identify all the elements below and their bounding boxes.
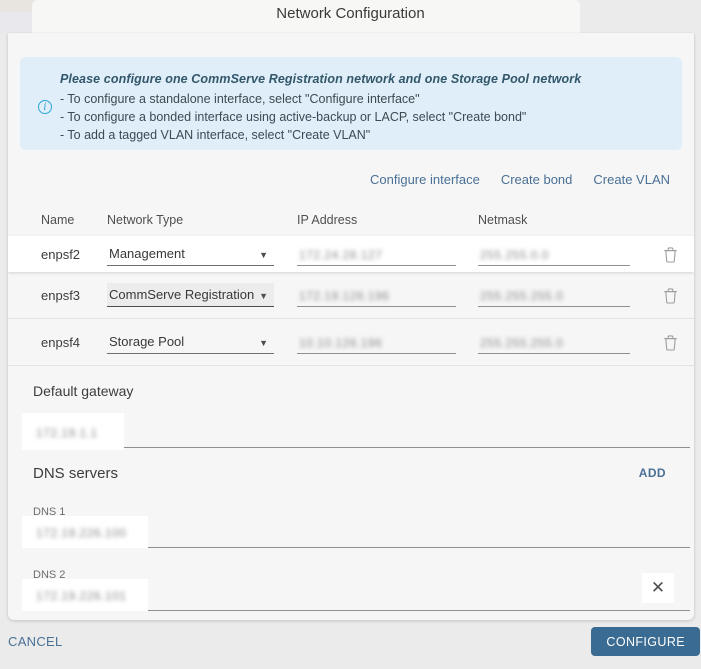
default-gateway-label: Default gateway: [33, 383, 134, 399]
close-icon: ✕: [650, 578, 666, 597]
delete-interface-button[interactable]: [660, 332, 680, 352]
interface-name: enpsf2: [41, 246, 81, 262]
info-intro-text: Please configure one CommServe Registrat…: [60, 72, 582, 86]
network-type-value: CommServe Registration: [109, 287, 255, 302]
ip-address-input[interactable]: 172.19.126.196: [297, 283, 456, 307]
ip-address-value: 10.10.126.196: [299, 336, 383, 350]
netmask-value: 255.255.255.0: [480, 336, 564, 350]
chevron-down-icon: ▼: [259, 250, 268, 260]
column-header-netmask: Netmask: [478, 213, 528, 227]
info-icon: i: [38, 100, 52, 114]
default-gateway-value: 172.19.1.1: [36, 426, 98, 440]
redaction-overlay: 172.19.1.1: [22, 413, 124, 450]
page-title: Network Configuration: [276, 5, 425, 22]
network-type-value: Storage Pool: [109, 334, 185, 349]
dns1-input[interactable]: 172.19.226.100: [22, 516, 690, 548]
column-header-network-type: Network Type: [107, 213, 184, 227]
netmask-value: 255.255.255.0: [480, 289, 564, 303]
dialog-footer: CANCEL CONFIGURE: [0, 620, 701, 669]
interface-name: enpsf4: [41, 334, 81, 350]
info-line: - To configure a bonded interface using …: [60, 110, 527, 124]
remove-dns-button[interactable]: ✕: [642, 573, 674, 603]
interfaces-table: Name Network Type IP Address Netmask enp…: [8, 208, 694, 366]
trash-icon: [663, 287, 677, 304]
dns2-input[interactable]: 172.19.226.101 ✕: [22, 573, 690, 611]
ip-address-value: 172.19.126.196: [299, 289, 390, 303]
table-header-row: Name Network Type IP Address Netmask: [8, 208, 694, 232]
ip-address-value: 172.24.28.127: [299, 248, 383, 262]
dialog-body: i Please configure one CommServe Registr…: [8, 33, 694, 620]
redaction-overlay: 172.19.226.101: [22, 579, 149, 611]
netmask-input[interactable]: 255.255.255.0: [478, 283, 630, 307]
info-line: - To add a tagged VLAN interface, select…: [60, 128, 371, 142]
redaction-overlay: 172.19.226.100: [22, 516, 149, 548]
delete-interface-button[interactable]: [660, 285, 680, 305]
network-type-select[interactable]: Storage Pool ▼: [107, 330, 274, 354]
netmask-input[interactable]: 255.255.0.0: [478, 242, 630, 266]
column-header-name: Name: [41, 213, 75, 227]
dns2-value: 172.19.226.101: [36, 589, 127, 603]
info-banner: i Please configure one CommServe Registr…: [20, 57, 682, 150]
chevron-down-icon: ▼: [259, 291, 268, 301]
chevron-down-icon: ▼: [259, 338, 268, 348]
info-line: - To configure a standalone interface, s…: [60, 92, 420, 106]
network-configuration-dialog: Network Configuration i Please configure…: [0, 0, 701, 669]
add-dns-button[interactable]: ADD: [639, 466, 666, 480]
create-vlan-link[interactable]: Create VLAN: [593, 172, 670, 187]
table-row: enpsf4 Storage Pool ▼ 10.10.126.196 255.…: [8, 319, 694, 366]
configure-button[interactable]: CONFIGURE: [591, 627, 700, 656]
interface-actions: Configure interface Create bond Create V…: [8, 170, 670, 188]
dns-servers-header: DNS servers ADD: [33, 464, 666, 482]
table-row: enpsf3 CommServe Registration ▼ 172.19.1…: [8, 272, 694, 319]
ip-address-input[interactable]: 10.10.126.196: [297, 330, 456, 354]
delete-interface-button[interactable]: [660, 244, 680, 264]
column-header-ip-address: IP Address: [297, 213, 358, 227]
trash-icon: [663, 246, 677, 263]
create-bond-link[interactable]: Create bond: [501, 172, 573, 187]
network-type-select[interactable]: Management ▼: [107, 242, 274, 266]
ip-address-input[interactable]: 172.24.28.127: [297, 242, 456, 266]
default-gateway-input[interactable]: 172.19.1.1: [22, 412, 690, 450]
trash-icon: [663, 334, 677, 351]
netmask-value: 255.255.0.0: [480, 248, 549, 262]
dns1-value: 172.19.226.100: [36, 526, 127, 540]
network-type-value: Management: [109, 246, 185, 261]
network-type-select[interactable]: CommServe Registration ▼: [107, 283, 274, 307]
interface-name: enpsf3: [41, 287, 81, 303]
cancel-button[interactable]: CANCEL: [8, 634, 63, 649]
table-row: enpsf2 Management ▼ 172.24.28.127 255.25…: [8, 236, 694, 272]
configure-interface-link[interactable]: Configure interface: [370, 172, 480, 187]
dns-servers-heading: DNS servers: [33, 464, 119, 482]
netmask-input[interactable]: 255.255.255.0: [478, 330, 630, 354]
